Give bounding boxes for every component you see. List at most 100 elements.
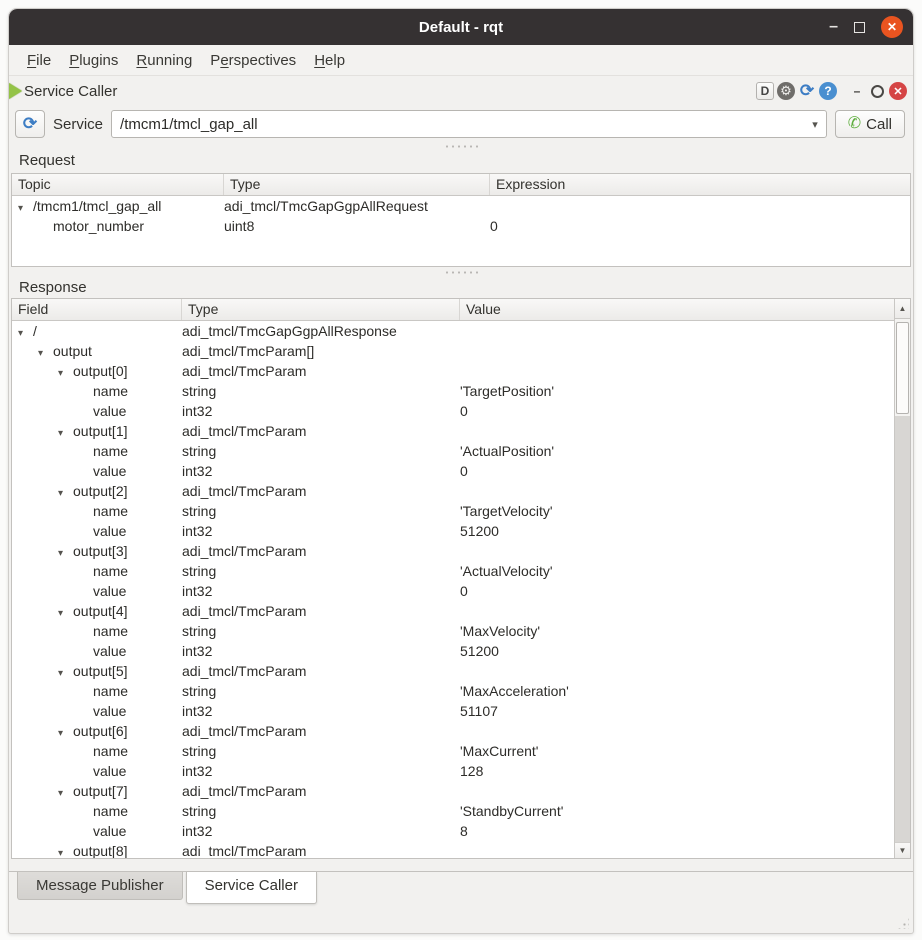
table-row[interactable]: valueint3251107 bbox=[12, 701, 894, 721]
table-row[interactable]: ▾output[8]adi_tmcl/TmcParam bbox=[12, 841, 894, 858]
resize-grip[interactable] bbox=[897, 917, 909, 929]
tree-expander-icon[interactable]: ▾ bbox=[58, 788, 73, 799]
tree-expander-icon[interactable]: ▾ bbox=[58, 668, 73, 679]
window-maximize-button[interactable] bbox=[854, 22, 865, 33]
tree-expander-icon[interactable]: ▾ bbox=[58, 848, 73, 858]
tab-message-publisher[interactable]: Message Publisher bbox=[17, 872, 183, 900]
table-row[interactable]: ▾output[1]adi_tmcl/TmcParam bbox=[12, 421, 894, 441]
column-header-field[interactable]: Field bbox=[12, 299, 182, 320]
table-row[interactable]: ▾output[0]adi_tmcl/TmcParam bbox=[12, 361, 894, 381]
field-name: output[3] bbox=[73, 543, 128, 559]
dock-button[interactable]: D bbox=[756, 82, 774, 100]
window-close-button[interactable]: ✕ bbox=[881, 16, 903, 38]
table-row[interactable]: ▾/adi_tmcl/TmcGapGgpAllResponse bbox=[12, 321, 894, 341]
column-header-type[interactable]: Type bbox=[224, 174, 490, 195]
window-minimize-button[interactable]: – bbox=[829, 22, 838, 32]
field-value: 0 bbox=[460, 403, 894, 419]
table-row[interactable]: namestring'TargetVelocity' bbox=[12, 501, 894, 521]
table-row[interactable]: ▾output[7]adi_tmcl/TmcParam bbox=[12, 781, 894, 801]
field-value: 0 bbox=[460, 583, 894, 599]
call-button-label: Call bbox=[866, 116, 892, 133]
table-row[interactable]: valueint32128 bbox=[12, 761, 894, 781]
tree-expander-icon[interactable]: ▾ bbox=[58, 368, 73, 379]
tree-expander-icon[interactable]: ▾ bbox=[18, 203, 33, 214]
field-name: name bbox=[93, 683, 128, 699]
table-row[interactable]: ▾output[5]adi_tmcl/TmcParam bbox=[12, 661, 894, 681]
field-value: 'ActualVelocity' bbox=[460, 563, 894, 579]
column-header-value[interactable]: Value bbox=[460, 299, 894, 320]
response-table: Field Type Value ▾/adi_tmcl/TmcGapGgpAll… bbox=[11, 298, 911, 859]
vertical-scrollbar[interactable]: ▲ ▼ bbox=[894, 299, 910, 858]
window-titlebar[interactable]: Default - rqt – ✕ bbox=[9, 9, 913, 45]
table-row[interactable]: valueint3251200 bbox=[12, 521, 894, 541]
call-button[interactable]: ✆ Call bbox=[835, 110, 905, 138]
panel-close-button[interactable]: ✕ bbox=[889, 82, 907, 100]
table-row[interactable]: namestring'TargetPosition' bbox=[12, 381, 894, 401]
tree-expander-icon[interactable]: ▾ bbox=[18, 328, 33, 339]
tree-expander-icon[interactable]: ▾ bbox=[58, 608, 73, 619]
field-type: int32 bbox=[182, 703, 460, 719]
splitter-handle-top[interactable] bbox=[9, 142, 913, 150]
splitter-handle-middle[interactable] bbox=[9, 267, 913, 277]
tree-expander-icon[interactable]: ▾ bbox=[58, 728, 73, 739]
reload-plugin-icon[interactable]: ⟳ bbox=[798, 82, 816, 100]
scrollbar-down-icon[interactable]: ▼ bbox=[895, 842, 910, 858]
tree-expander-icon[interactable]: ▾ bbox=[38, 348, 53, 359]
field-value: 'MaxVelocity' bbox=[460, 623, 894, 639]
column-header-type[interactable]: Type bbox=[182, 299, 460, 320]
tree-expander-icon[interactable]: ▾ bbox=[58, 488, 73, 499]
field-value: 0 bbox=[460, 463, 894, 479]
table-row[interactable]: ▾output[4]adi_tmcl/TmcParam bbox=[12, 601, 894, 621]
tab-service-caller[interactable]: Service Caller bbox=[186, 872, 317, 904]
scrollbar-thumb[interactable] bbox=[896, 322, 909, 414]
scrollbar-track[interactable] bbox=[895, 416, 910, 842]
field-name: output[8] bbox=[73, 843, 128, 858]
field-name: motor_number bbox=[53, 218, 144, 234]
field-name: output[4] bbox=[73, 603, 128, 619]
panel-minimize-button[interactable]: – bbox=[848, 82, 866, 100]
table-row[interactable]: value int320 bbox=[12, 401, 894, 421]
table-row[interactable]: valueint328 bbox=[12, 821, 894, 841]
table-row[interactable]: valueint320 bbox=[12, 461, 894, 481]
field-name: value bbox=[93, 823, 126, 839]
panel-float-button[interactable] bbox=[871, 85, 884, 98]
table-row[interactable]: valueint3251200 bbox=[12, 641, 894, 661]
field-type: int32 bbox=[182, 403, 460, 419]
splitter-grip-icon bbox=[444, 145, 478, 148]
settings-gear-icon[interactable]: ⚙ bbox=[777, 82, 795, 100]
column-header-topic[interactable]: Topic bbox=[12, 174, 224, 195]
table-row[interactable]: valueint320 bbox=[12, 581, 894, 601]
help-icon[interactable]: ? bbox=[819, 82, 837, 100]
table-row[interactable]: ▾/tmcm1/tmcl_gap_alladi_tmcl/TmcGapGgpAl… bbox=[12, 196, 910, 216]
menu-item-help[interactable]: Help bbox=[306, 48, 353, 73]
menu-item-running[interactable]: Running bbox=[128, 48, 200, 73]
table-row[interactable]: namestring'MaxAcceleration' bbox=[12, 681, 894, 701]
table-row[interactable]: namestring'MaxVelocity' bbox=[12, 621, 894, 641]
service-combobox[interactable]: /tmcm1/tmcl_gap_all ▾ bbox=[111, 110, 827, 138]
field-name: output[5] bbox=[73, 663, 128, 679]
refresh-services-button[interactable]: ⟳ bbox=[15, 110, 45, 138]
table-row[interactable]: namestring'ActualPosition' bbox=[12, 441, 894, 461]
table-row[interactable]: namestring'StandbyCurrent' bbox=[12, 801, 894, 821]
table-row[interactable]: ▾output[6]adi_tmcl/TmcParam bbox=[12, 721, 894, 741]
field-value: 'MaxCurrent' bbox=[460, 743, 894, 759]
table-row[interactable]: motor_numberuint80 bbox=[12, 216, 910, 236]
table-row[interactable]: namestring'ActualVelocity' bbox=[12, 561, 894, 581]
menu-item-perspectives[interactable]: Perspectives bbox=[202, 48, 304, 73]
table-row[interactable]: ▾outputadi_tmcl/TmcParam[] bbox=[12, 341, 894, 361]
table-row[interactable]: ▾output[2]adi_tmcl/TmcParam bbox=[12, 481, 894, 501]
table-row[interactable]: namestring'MaxCurrent' bbox=[12, 741, 894, 761]
menu-item-plugins[interactable]: Plugins bbox=[61, 48, 126, 73]
tree-expander-icon[interactable]: ▾ bbox=[58, 548, 73, 559]
field-type: adi_tmcl/TmcParam bbox=[182, 723, 460, 739]
menu-item-file[interactable]: File bbox=[19, 48, 59, 73]
column-header-expression[interactable]: Expression bbox=[490, 174, 910, 195]
field-value: 51200 bbox=[460, 523, 894, 539]
tree-expander-icon[interactable]: ▾ bbox=[58, 428, 73, 439]
field-name: value bbox=[93, 403, 126, 419]
response-table-header[interactable]: Field Type Value bbox=[12, 299, 910, 321]
request-table-header[interactable]: Topic Type Expression bbox=[12, 174, 910, 196]
table-row[interactable]: ▾output[3]adi_tmcl/TmcParam bbox=[12, 541, 894, 561]
field-value: 51200 bbox=[460, 643, 894, 659]
scrollbar-up-icon[interactable]: ▲ bbox=[895, 299, 910, 319]
